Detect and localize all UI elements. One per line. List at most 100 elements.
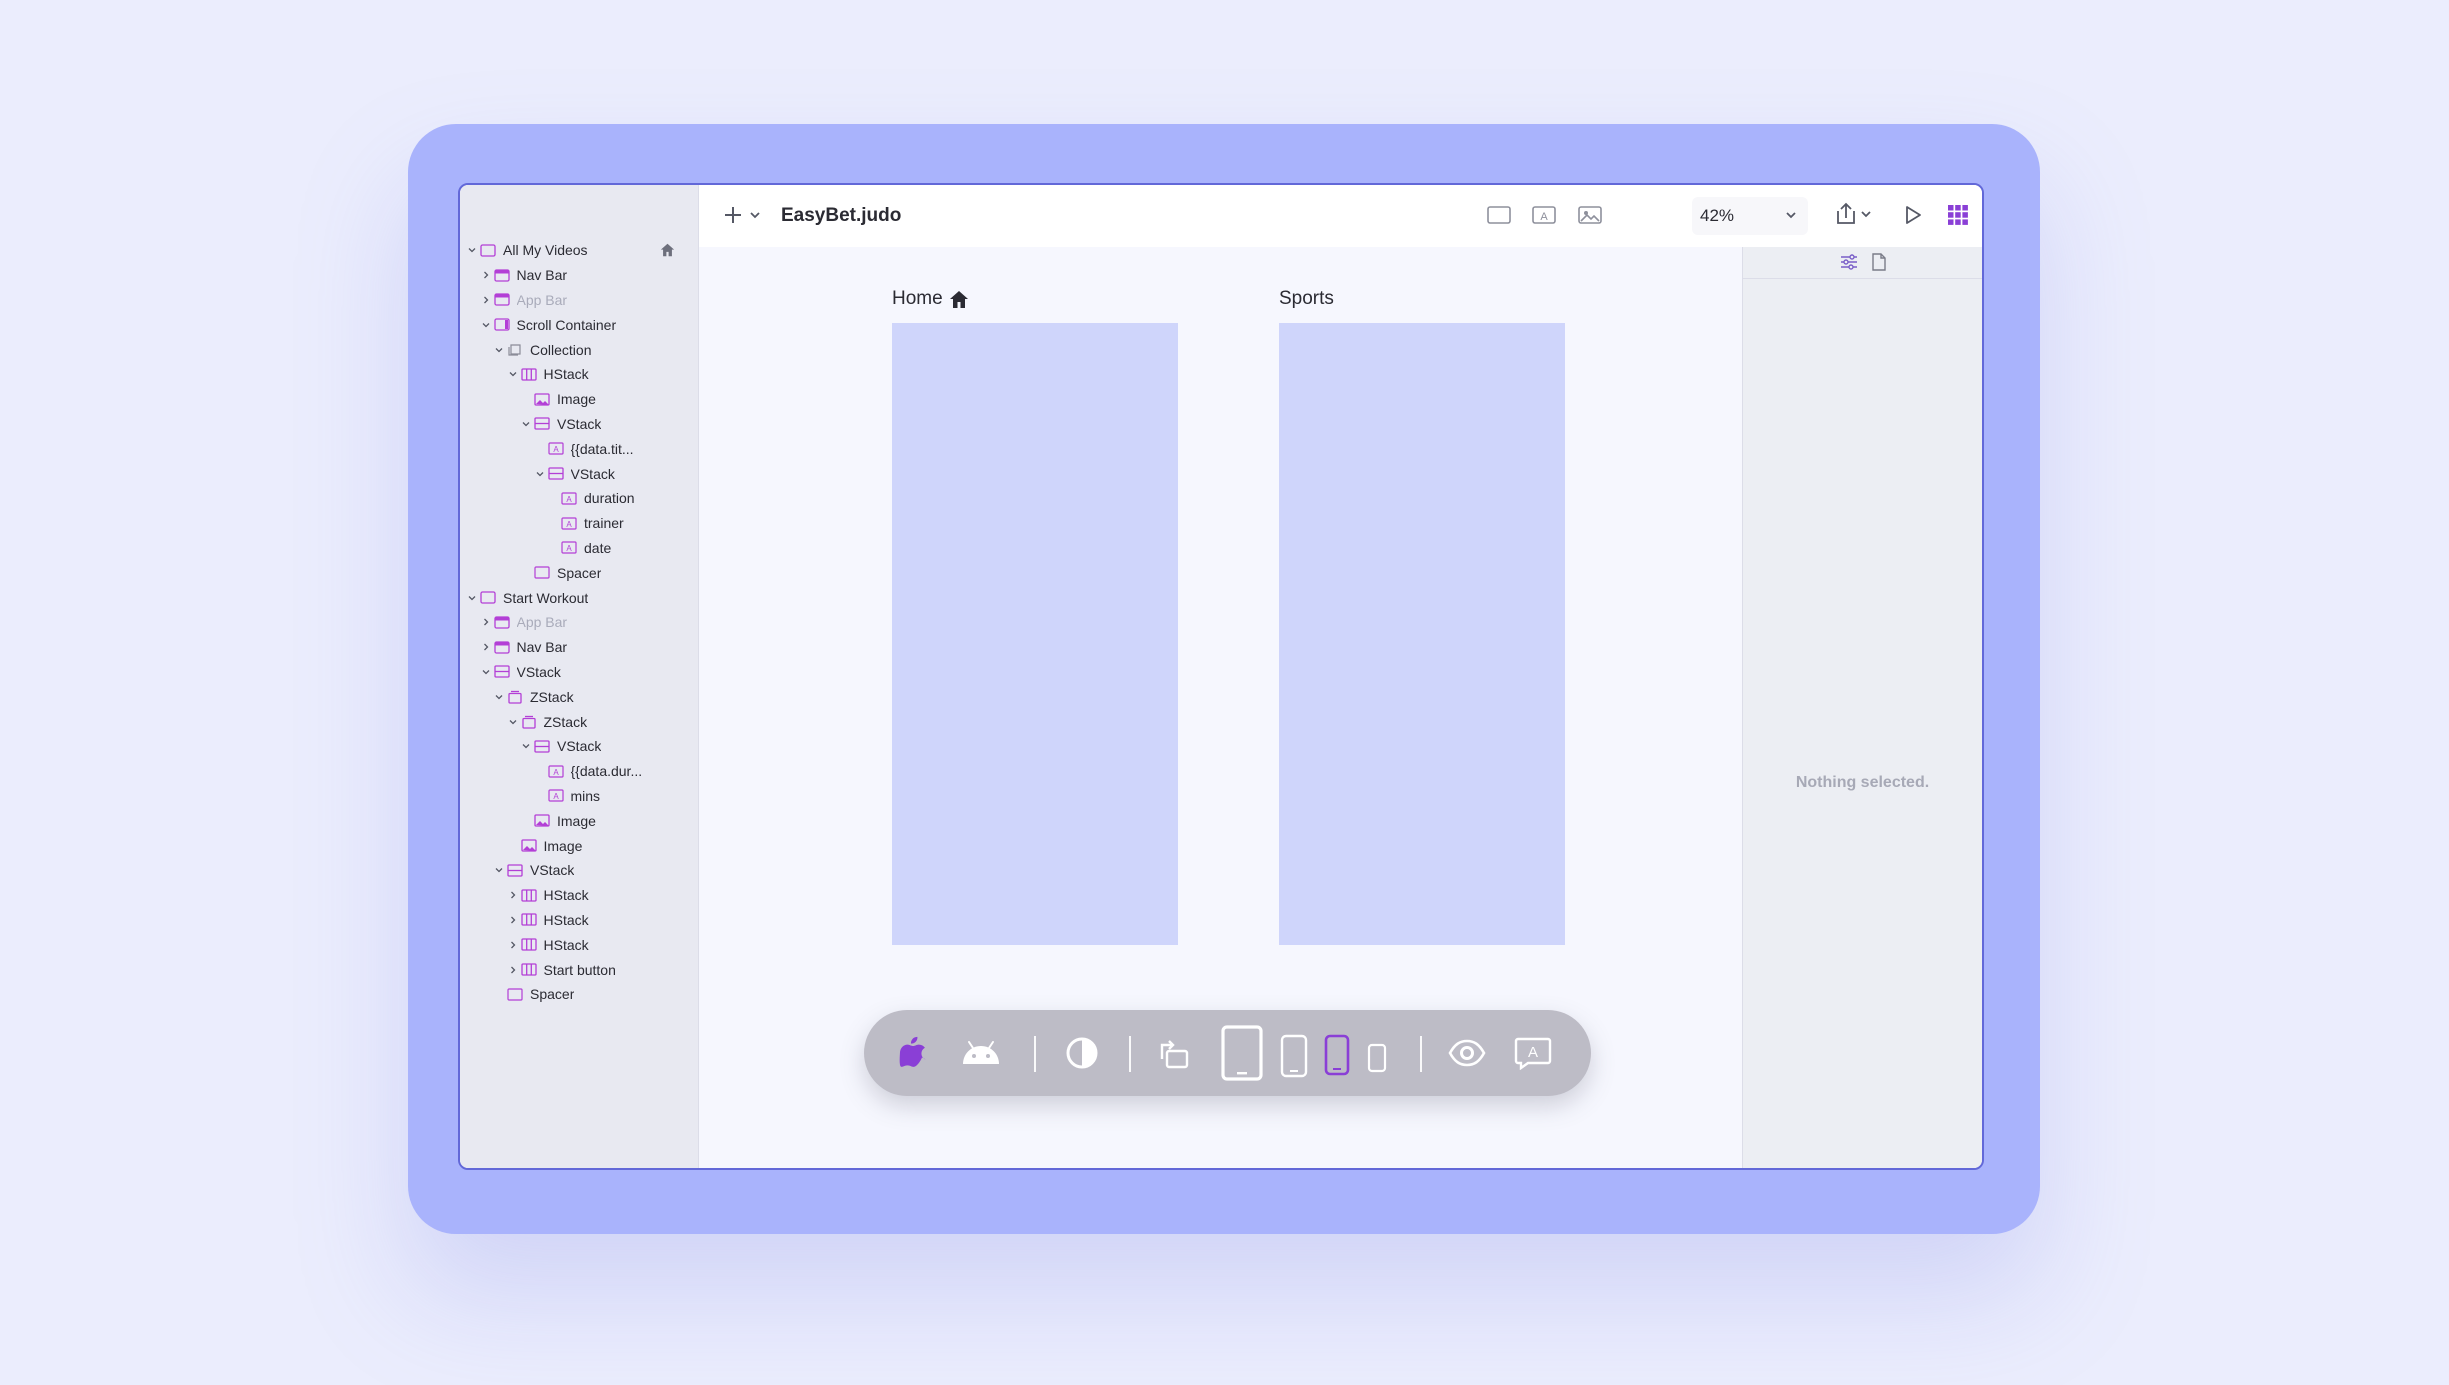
layer-label: Start button (543, 961, 616, 978)
layer-row[interactable]: Image (460, 387, 699, 412)
share-button[interactable] (1832, 201, 1876, 232)
layer-row[interactable]: HStack (460, 883, 699, 908)
layer-row[interactable]: HStack (460, 908, 699, 933)
expand-toggle[interactable] (466, 243, 478, 257)
layer-row[interactable]: Image (460, 833, 699, 858)
layer-row[interactable]: VStack (460, 858, 699, 883)
frame-label-home[interactable]: Home (892, 288, 969, 310)
layer-label: HStack (543, 366, 589, 383)
preview-visibility-button[interactable] (1448, 1036, 1486, 1070)
expand-toggle[interactable] (507, 963, 519, 977)
layer-row[interactable]: Image (460, 808, 699, 833)
rotate-orientation-button[interactable] (1156, 1036, 1192, 1072)
expand-toggle[interactable] (507, 913, 519, 927)
add-layer-button[interactable] (723, 204, 763, 231)
device-phone-selected-button[interactable] (1324, 1034, 1350, 1076)
android-platform-button[interactable] (960, 1038, 1002, 1068)
rectangle-icon (1487, 206, 1511, 224)
play-preview-button[interactable] (1902, 204, 1924, 231)
expand-toggle[interactable] (480, 318, 492, 332)
layer-row[interactable]: HStack (460, 362, 699, 387)
expand-toggle (534, 764, 546, 778)
svg-text:A: A (553, 768, 559, 777)
zoom-select[interactable]: 42% (1692, 197, 1808, 235)
layer-row[interactable]: Nav Bar (460, 635, 699, 660)
view-frame-button[interactable] (1486, 204, 1512, 231)
frame-label-sports[interactable]: Sports (1279, 288, 1334, 310)
layer-row[interactable]: All My Videos (460, 238, 699, 263)
chevron-down-icon (509, 372, 516, 377)
hstack-icon (520, 938, 537, 952)
layer-label: HStack (543, 936, 589, 953)
layer-label: duration (584, 490, 635, 507)
layer-row[interactable]: Start Workout (460, 585, 699, 610)
collection-icon (507, 343, 523, 357)
expand-toggle[interactable] (480, 293, 492, 307)
frame-sports[interactable] (1279, 323, 1565, 945)
expand-toggle[interactable] (507, 367, 519, 381)
layer-row[interactable]: ZStack (460, 709, 699, 734)
layer-row[interactable]: Amins (460, 784, 699, 809)
text-icon: A (561, 516, 577, 530)
home-icon (660, 243, 675, 260)
layer-row[interactable]: A {{data.dur... (460, 759, 699, 784)
layer-row[interactable]: Collection (460, 337, 699, 362)
grid-menu-button[interactable] (1947, 204, 1969, 231)
view-image-button[interactable] (1577, 204, 1603, 231)
layer-row[interactable]: VStack (460, 734, 699, 759)
layer-label: {{data.dur... (570, 763, 643, 780)
device-tablet-button[interactable] (1220, 1024, 1264, 1082)
layer-row[interactable]: Start button (460, 957, 699, 982)
layer-row[interactable]: Spacer (460, 982, 699, 1007)
layer-label: date (584, 539, 612, 556)
chevron-right-icon (510, 941, 515, 949)
expand-toggle[interactable] (480, 615, 492, 629)
layer-row[interactable]: VStack (460, 461, 699, 486)
inspector-tab-properties[interactable] (1839, 253, 1859, 276)
expand-toggle[interactable] (507, 888, 519, 902)
expand-toggle[interactable] (493, 343, 505, 357)
spacer-icon (534, 566, 550, 580)
expand-toggle[interactable] (493, 863, 505, 877)
screen-icon (480, 243, 496, 257)
expand-toggle[interactable] (466, 591, 478, 605)
navbar-icon (493, 615, 510, 629)
device-phone-small-button[interactable] (1366, 1042, 1388, 1074)
layer-row[interactable]: Spacer (460, 560, 699, 585)
expand-toggle[interactable] (507, 938, 519, 952)
expand-toggle[interactable] (520, 417, 532, 431)
separator (1034, 1036, 1036, 1072)
design-canvas[interactable]: Home Sports A (699, 247, 1742, 1168)
layer-row[interactable]: App Bar (460, 288, 699, 313)
layer-row[interactable]: Adate (460, 536, 699, 561)
zoom-value: 42% (1700, 206, 1735, 225)
expand-toggle[interactable] (493, 690, 505, 704)
expand-toggle[interactable] (480, 640, 492, 654)
layer-label: Image (557, 812, 596, 829)
layer-row[interactable]: A {{data.tit... (460, 436, 699, 461)
eye-icon (1448, 1039, 1486, 1067)
frame-home[interactable] (892, 323, 1178, 945)
expand-toggle[interactable] (534, 467, 546, 481)
layer-row[interactable]: Aduration (460, 486, 699, 511)
expand-toggle[interactable] (480, 268, 492, 282)
accessibility-text-button[interactable]: A (1514, 1036, 1552, 1070)
share-icon (1837, 202, 1871, 224)
ios-platform-button[interactable] (896, 1036, 930, 1070)
layer-row[interactable]: HStack (460, 932, 699, 957)
layer-row[interactable]: Scroll Container (460, 312, 699, 337)
expand-toggle[interactable] (480, 665, 492, 679)
appearance-toggle-button[interactable] (1064, 1035, 1100, 1071)
layer-row[interactable]: ZStack (460, 684, 699, 709)
device-phone-large-button[interactable] (1279, 1034, 1309, 1078)
inspector-tab-document[interactable] (1871, 253, 1887, 276)
layer-row[interactable]: VStack (460, 660, 699, 685)
layer-row[interactable]: VStack (460, 412, 699, 437)
expand-toggle[interactable] (520, 739, 532, 753)
layer-row[interactable]: Atrainer (460, 511, 699, 536)
view-text-button[interactable]: A (1531, 204, 1557, 231)
expand-toggle[interactable] (507, 715, 519, 729)
layer-row[interactable]: App Bar (460, 610, 699, 635)
layer-row[interactable]: Nav Bar (460, 263, 699, 288)
layer-label: VStack (530, 862, 575, 879)
